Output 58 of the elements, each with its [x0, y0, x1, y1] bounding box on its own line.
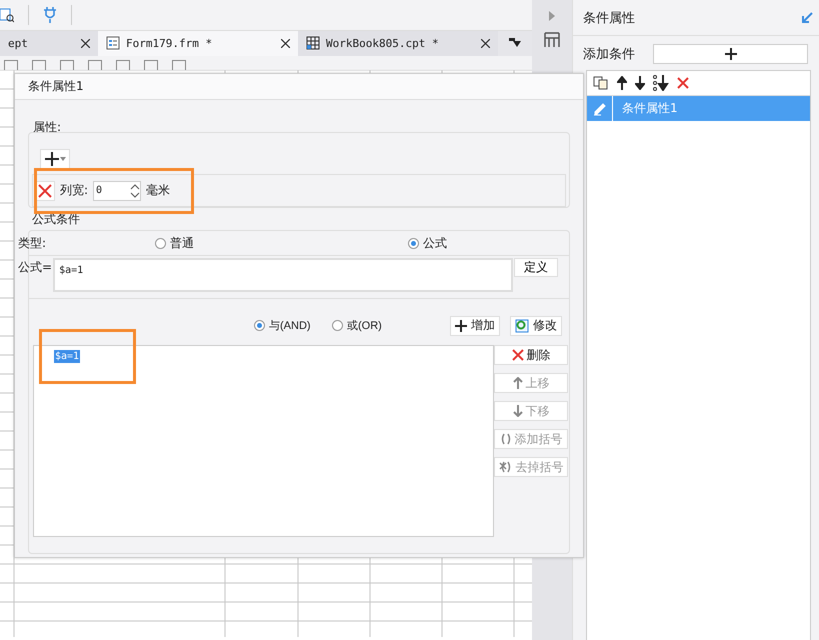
arrow-icon[interactable] — [801, 12, 813, 24]
radio-button[interactable]: 或(OR) — [332, 318, 382, 333]
define-button[interactable]: 定义 — [514, 258, 558, 277]
form-icon — [106, 36, 120, 50]
toolbar-icon[interactable] — [4, 60, 18, 70]
close-icon[interactable] — [281, 38, 290, 48]
dialog-title: 条件属性1 — [28, 78, 84, 95]
move-to-bottom-icon[interactable] — [653, 75, 669, 91]
modify-button[interactable]: 修改 — [510, 316, 562, 336]
type-label: 类型: — [18, 234, 48, 252]
radio-button[interactable]: 与(AND) — [254, 318, 311, 333]
close-icon[interactable] — [81, 38, 90, 48]
add-property-button[interactable] — [40, 149, 70, 169]
plus-icon — [455, 320, 467, 332]
delete-icon[interactable] — [677, 77, 689, 89]
remove-brackets-icon — [498, 461, 512, 473]
file-tab[interactable]: ept — [0, 30, 98, 56]
toolbar-icon[interactable] — [144, 60, 158, 70]
close-icon[interactable] — [481, 38, 490, 48]
close-icon — [38, 184, 52, 198]
up-arrow-icon[interactable] — [617, 76, 627, 90]
cell-format-icon[interactable] — [544, 32, 560, 48]
pencil-icon — [592, 102, 606, 116]
close-icon — [512, 349, 524, 361]
toolbar-icon[interactable] — [172, 60, 186, 70]
formula-label: 公式= — [18, 259, 52, 276]
tab-menu-icon[interactable] — [508, 36, 522, 49]
plus-icon — [44, 152, 58, 166]
toolbar-icon[interactable] — [32, 60, 46, 70]
brackets-icon — [500, 433, 512, 445]
down-arrow-icon — [512, 405, 522, 417]
group-label: 属性: — [33, 120, 62, 134]
column-width-label: 列宽: — [60, 182, 88, 199]
group-label: 公式条件 — [32, 212, 81, 226]
plug-icon[interactable] — [43, 6, 57, 23]
action-button[interactable]: 删除 — [494, 345, 568, 365]
remove-property-button[interactable] — [35, 180, 55, 200]
toolbar-icon[interactable] — [60, 60, 74, 70]
toolbar-icon[interactable] — [116, 60, 130, 70]
formula-field[interactable]: $a=1 — [53, 258, 514, 292]
file-tab[interactable]: Form179.frm * — [98, 30, 298, 56]
text-search-icon[interactable] — [0, 6, 14, 23]
copy-icon[interactable] — [593, 76, 609, 90]
panel-title: 条件属性 — [583, 10, 635, 26]
down-arrow-icon[interactable] — [635, 76, 645, 90]
plus-icon — [724, 48, 736, 60]
add-condition-label: 添加条件 — [583, 46, 635, 63]
radio-button[interactable]: 普通 — [155, 234, 194, 252]
collapse-arrow-icon[interactable] — [548, 10, 556, 22]
column-width-spinner[interactable]: 0 — [93, 180, 142, 200]
toolbar-icon[interactable] — [88, 60, 102, 70]
add-button[interactable]: 增加 — [450, 316, 500, 336]
file-tab[interactable]: WorkBook805.cpt * — [298, 30, 498, 56]
unit-label: 毫米 — [146, 182, 170, 199]
radio-button[interactable]: 公式 — [408, 234, 447, 252]
table-icon — [306, 36, 320, 50]
caret-icon — [60, 157, 66, 161]
up-arrow-icon — [512, 377, 522, 389]
